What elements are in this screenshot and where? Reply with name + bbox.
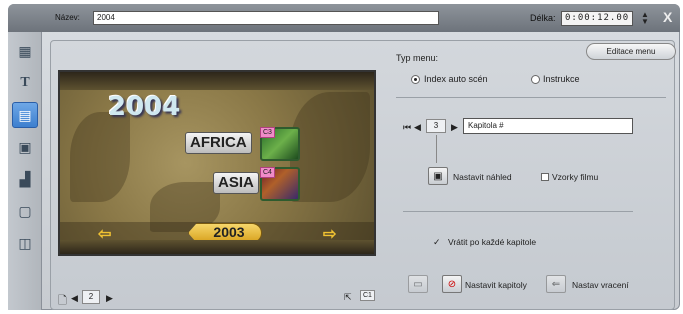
return-icon: ⇐	[551, 278, 561, 290]
film-samples-label[interactable]: Vzorky filmu	[552, 172, 598, 182]
chapter-number[interactable]: 3	[426, 119, 446, 133]
preview-bottom-band	[60, 240, 374, 254]
video-transition-icon[interactable]: ▣	[12, 134, 38, 160]
connector-icon[interactable]: ◫	[12, 230, 38, 256]
menu-type-label: Typ menu:	[396, 53, 439, 63]
set-return-button[interactable]: ⇐	[546, 275, 566, 293]
close-button[interactable]: X	[663, 9, 672, 25]
africa-menu-button[interactable]: AFRICA	[185, 132, 252, 154]
leaf-decoration	[290, 92, 370, 202]
name-label: Název:	[55, 13, 80, 22]
connector-line	[436, 135, 437, 163]
chapter-badge-c1: C1	[360, 290, 375, 301]
chapter-name-input[interactable]: Kapitola #	[463, 118, 633, 134]
set-preview-label: Nastavit náhled	[453, 172, 512, 182]
edit-menu-button[interactable]: Editace menu	[586, 43, 676, 60]
leaf-decoration	[70, 112, 130, 202]
radio-instructions-label[interactable]: Instrukce	[543, 74, 580, 84]
preview-title: 2004	[108, 92, 181, 122]
chapter-first-button[interactable]: ⏮	[403, 122, 411, 133]
duration-label: Délka:	[530, 13, 556, 23]
left-toolbar: ▦ T ▤ ▣ ▟ ▢ ◫	[8, 32, 42, 310]
divider	[403, 211, 633, 212]
title-icon[interactable]: T	[12, 70, 38, 96]
link-icon: ⇱	[344, 292, 352, 302]
return-after-chapter-checkbox[interactable]: ✓	[433, 238, 442, 247]
chapter-prev-button[interactable]: ◀	[414, 122, 421, 133]
set-chapters-button[interactable]: ⊘	[442, 275, 462, 293]
asia-menu-button[interactable]: ASIA	[213, 172, 259, 194]
disc-icon[interactable]: ▢	[12, 198, 38, 224]
preview-top-band	[60, 72, 374, 90]
video-edit-icon[interactable]: ▦	[12, 38, 38, 64]
chapter-tag-c3: C3	[260, 127, 275, 138]
name-input[interactable]: 2004	[93, 11, 439, 25]
page-icon: 🗋	[58, 295, 67, 307]
chapter-next-button[interactable]: ▶	[451, 122, 458, 133]
page-icon: ▭	[413, 278, 423, 290]
radio-instructions[interactable]	[531, 75, 540, 84]
page-next-button[interactable]: ▶	[106, 293, 113, 304]
duration-input[interactable]: 0:00:12.00	[561, 11, 633, 26]
radio-auto-scene-label[interactable]: Index auto scén	[424, 74, 488, 84]
clapperboard-icon[interactable]: ▟	[12, 166, 38, 192]
menu-preview[interactable]: 2004 AFRICA C3 ASIA C4 ⇦ 2003 ⇨	[58, 70, 376, 256]
no-chapter-icon: ⊘	[447, 278, 457, 290]
set-return-label: Nastav vracení	[572, 280, 629, 290]
thumbnail-icon: ▣	[433, 170, 443, 182]
film-samples-checkbox[interactable]	[541, 173, 549, 181]
page-number[interactable]: 2	[82, 290, 100, 304]
chapter-link-button[interactable]: ▭	[408, 275, 428, 293]
duration-spinner[interactable]: ▲ ▼	[638, 11, 652, 27]
menu-icon[interactable]: ▤	[12, 102, 38, 128]
set-chapters-label: Nastavit kapitoly	[465, 280, 527, 290]
return-after-chapter-label[interactable]: Vrátit po každé kapitole	[448, 237, 536, 247]
chapter-tag-c4: C4	[260, 167, 275, 178]
set-preview-button[interactable]: ▣	[428, 167, 448, 185]
radio-auto-scene-index[interactable]	[411, 75, 420, 84]
page-prev-button[interactable]: ◀	[71, 293, 78, 304]
divider	[396, 97, 666, 98]
